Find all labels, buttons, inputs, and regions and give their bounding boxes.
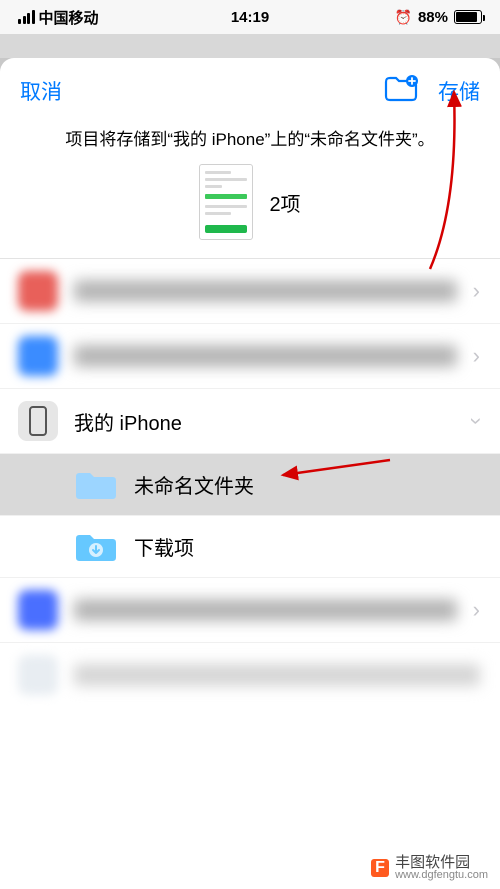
location-row[interactable]: › bbox=[0, 259, 500, 324]
save-button[interactable]: 存储 bbox=[438, 76, 480, 106]
location-row[interactable]: › bbox=[0, 324, 500, 389]
alarm-icon: ⏰ bbox=[395, 9, 412, 26]
location-row-unnamed-folder[interactable]: 未命名文件夹 bbox=[0, 454, 500, 516]
new-folder-button[interactable] bbox=[384, 74, 418, 107]
app-icon bbox=[18, 336, 58, 376]
status-time: 14:19 bbox=[231, 9, 269, 26]
chevron-right-icon: › bbox=[473, 278, 480, 304]
folder-icon bbox=[74, 468, 118, 502]
app-icon bbox=[18, 655, 58, 695]
cancel-button[interactable]: 取消 bbox=[20, 76, 62, 106]
status-bar: 中国移动 14:19 ⏰ 88% bbox=[0, 0, 500, 34]
watermark: F 丰图软件园 www.dgfengtu.com bbox=[367, 852, 492, 883]
location-list[interactable]: › › 我的 iPhone › 未命名文件夹 下载 bbox=[0, 259, 500, 889]
folder-plus-icon bbox=[384, 74, 418, 102]
chevron-down-icon: › bbox=[463, 417, 489, 424]
location-label bbox=[74, 280, 457, 302]
save-location-message: 项目将存储到“我的 iPhone”上的“未命名文件夹”。 bbox=[0, 117, 500, 164]
location-label bbox=[74, 345, 457, 367]
battery-pct: 88% bbox=[418, 9, 448, 26]
location-row-iphone[interactable]: 我的 iPhone › bbox=[0, 389, 500, 454]
document-thumbnail bbox=[199, 164, 253, 240]
iphone-icon bbox=[18, 401, 58, 441]
save-sheet: 取消 存储 项目将存储到“我的 iPhone”上的“未命名文件夹”。 2项 bbox=[0, 58, 500, 889]
location-label: 未命名文件夹 bbox=[134, 470, 480, 499]
status-right: ⏰ 88% bbox=[395, 9, 482, 26]
signal-icon bbox=[18, 10, 35, 24]
preview-row: 2项 bbox=[0, 164, 500, 259]
location-label: 我的 iPhone bbox=[74, 407, 457, 436]
status-left: 中国移动 bbox=[18, 7, 99, 28]
chevron-right-icon: › bbox=[473, 343, 480, 369]
item-count: 2项 bbox=[269, 188, 300, 217]
sheet-header: 取消 存储 bbox=[0, 58, 500, 117]
watermark-url: www.dgfengtu.com bbox=[395, 870, 488, 881]
location-row[interactable] bbox=[0, 643, 500, 707]
location-row[interactable]: › bbox=[0, 578, 500, 643]
location-label: 下载项 bbox=[134, 532, 480, 561]
carrier-label: 中国移动 bbox=[39, 7, 99, 28]
app-icon bbox=[18, 590, 58, 630]
chevron-right-icon: › bbox=[473, 597, 480, 623]
watermark-logo-icon: F bbox=[371, 859, 389, 877]
location-row-downloads[interactable]: 下载项 bbox=[0, 516, 500, 578]
battery-icon bbox=[454, 10, 482, 24]
app-icon bbox=[18, 271, 58, 311]
location-label bbox=[74, 599, 457, 621]
location-label bbox=[74, 664, 480, 686]
background-dim bbox=[0, 34, 500, 58]
folder-download-icon bbox=[74, 530, 118, 564]
